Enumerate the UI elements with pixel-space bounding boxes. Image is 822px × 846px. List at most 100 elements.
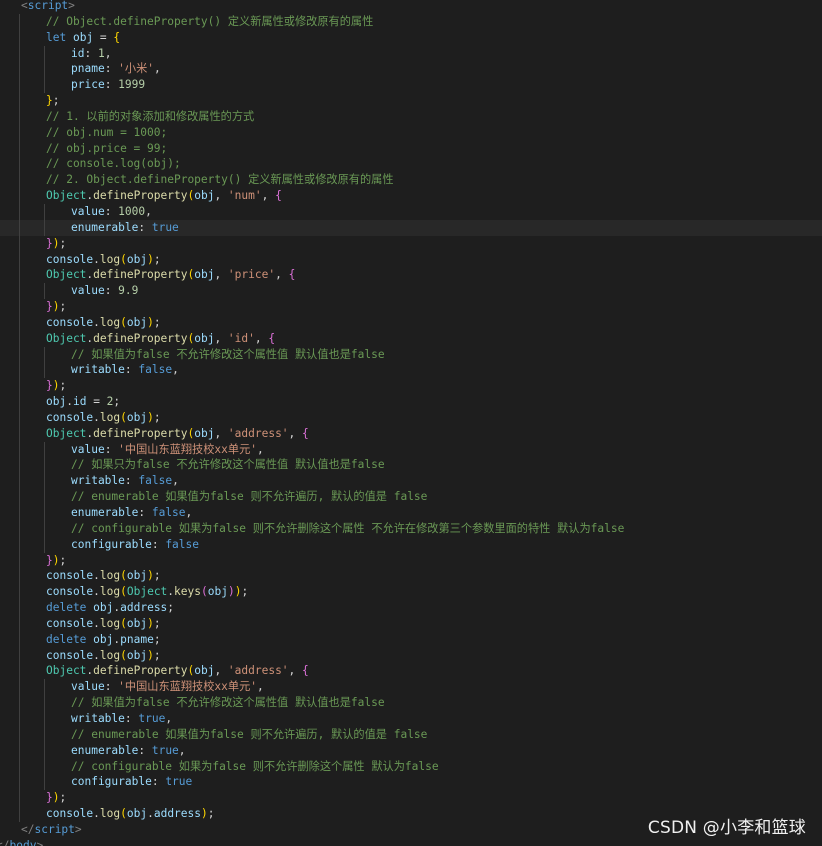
code-line[interactable]: console.log(obj); <box>0 568 822 585</box>
code-line-text: // enumerable 如果值为false 则不允许遍历, 默认的值是 fa… <box>71 728 427 741</box>
code-token: Object <box>46 664 87 678</box>
code-line[interactable]: configurable: true <box>0 774 822 791</box>
code-token: writable <box>71 711 125 725</box>
code-line[interactable]: // Object.defineProperty() 定义新属性或修改原有的属性 <box>0 13 822 30</box>
code-line[interactable]: // 如果值为false 不允许修改这个属性值 默认值也是false <box>0 695 822 711</box>
indent-guide <box>19 505 20 521</box>
code-line[interactable]: enumerable: true, <box>0 742 822 759</box>
code-token: // 如果值为false 不允许修改这个属性值 默认值也是false <box>71 696 385 710</box>
code-line[interactable]: // configurable 如果为false 则不允许删除这个属性 不允许在… <box>0 520 822 537</box>
code-token: , <box>214 331 228 345</box>
indent-guide <box>44 774 45 791</box>
code-token: ) <box>147 252 154 266</box>
code-line[interactable]: }); <box>0 790 822 807</box>
code-line[interactable]: value: 9.9 <box>0 283 822 300</box>
code-line[interactable]: enumerable: false, <box>0 505 822 521</box>
code-line[interactable]: price: 1999 <box>0 77 822 94</box>
code-line[interactable]: value: 1000, <box>0 203 822 220</box>
code-line[interactable]: // 1. 以前的对象添加和修改属性的方式 <box>0 108 822 125</box>
indent-guide <box>44 679 45 696</box>
code-line[interactable]: writable: true, <box>0 710 822 727</box>
code-line[interactable]: // 2. Object.defineProperty() 定义新属性或修改原有… <box>0 172 822 189</box>
code-line[interactable]: Object.defineProperty(obj, 'address', { <box>0 425 822 442</box>
code-line[interactable]: writable: false, <box>0 362 822 379</box>
code-token: id <box>72 395 87 409</box>
code-line[interactable]: }); <box>0 378 822 395</box>
code-line-text: // 如果值为false 不允许修改这个属性值 默认值也是false <box>71 696 385 709</box>
code-line[interactable]: // obj.num = 1000; <box>0 124 822 141</box>
code-line[interactable]: enumerable: true <box>0 219 822 236</box>
code-line[interactable]: // console.log(obj); <box>0 156 822 173</box>
code-token: log <box>99 252 121 266</box>
code-token: , <box>288 426 303 440</box>
code-token: value <box>71 442 105 456</box>
indent-guide <box>44 726 45 743</box>
code-token: writable <box>71 474 125 488</box>
indent-guide <box>44 77 45 94</box>
code-line[interactable]: }); <box>0 235 822 252</box>
code-line[interactable]: let obj = { <box>0 29 822 46</box>
code-line[interactable]: id: 1, <box>0 45 822 62</box>
code-line[interactable]: // configurable 如果为false 则不允许删除这个属性 默认为f… <box>0 758 822 775</box>
code-token: // enumerable 如果值为false 则不允许遍历, 默认的值是 fa… <box>71 490 428 504</box>
code-token: ; <box>153 648 161 662</box>
code-token: '中国山东蓝翔技校xx单元' <box>118 442 257 456</box>
code-line[interactable]: configurable: false <box>0 536 822 553</box>
code-line[interactable]: value: '中国山东蓝翔技校xx单元', <box>0 441 822 458</box>
code-token: : <box>124 474 139 488</box>
code-token: . <box>93 410 100 424</box>
code-area[interactable]: <script>// Object.defineProperty() 定义新属性… <box>0 0 822 846</box>
code-token: ( <box>120 315 127 329</box>
code-line[interactable]: // obj.price = 99; <box>0 140 822 157</box>
code-line-text: </script> <box>21 823 82 836</box>
indent-guide <box>44 473 45 490</box>
code-line-text: // obj.price = 99; <box>46 142 167 155</box>
code-token: obj <box>126 569 148 583</box>
code-line-text: Object.defineProperty(obj, 'id', { <box>46 332 275 345</box>
code-token: { <box>275 189 282 203</box>
code-token: script <box>27 0 69 12</box>
code-line[interactable]: console.log(obj); <box>0 314 822 331</box>
code-line[interactable]: delete obj.pname; <box>0 631 822 648</box>
code-line[interactable]: console.log(Object.keys(obj)); <box>0 584 822 601</box>
code-line[interactable]: delete obj.address; <box>0 600 822 616</box>
code-line[interactable]: // enumerable 如果值为false 则不允许遍历, 默认的值是 fa… <box>0 726 822 743</box>
code-line[interactable]: // 如果值为false 不允许修改这个属性值 默认值也是false <box>0 346 822 363</box>
code-line[interactable]: </body> <box>0 838 822 846</box>
code-token: 1000 <box>118 204 146 218</box>
code-token: , <box>185 506 193 519</box>
code-editor[interactable]: <script>// Object.defineProperty() 定义新属性… <box>0 0 822 846</box>
code-line[interactable]: }; <box>0 93 822 109</box>
code-line[interactable]: Object.defineProperty(obj, 'id', { <box>0 330 822 347</box>
code-line-text: // 如果只为false 不允许修改这个属性值 默认值也是false <box>71 458 385 471</box>
indent-guide <box>44 283 45 300</box>
code-token: // obj.price = 99; <box>46 141 168 155</box>
code-line[interactable]: writable: false, <box>0 473 822 490</box>
code-line[interactable]: Object.defineProperty(obj, 'num', { <box>0 188 822 204</box>
code-line[interactable]: console.log(obj); <box>0 409 822 426</box>
code-line-text: console.log(obj); <box>46 411 161 424</box>
code-line[interactable]: obj.id = 2; <box>0 394 822 410</box>
code-token: ) <box>147 410 154 424</box>
code-line[interactable]: Object.defineProperty(obj, 'address', { <box>0 663 822 680</box>
code-token: enumerable <box>71 506 139 519</box>
code-line[interactable]: console.log(obj); <box>0 615 822 632</box>
indent-guide <box>44 710 45 727</box>
code-line-text: Object.defineProperty(obj, 'address', { <box>46 664 309 677</box>
indent-guide <box>19 806 20 822</box>
code-line[interactable]: Object.defineProperty(obj, 'price', { <box>0 267 822 284</box>
code-token: defineProperty <box>93 331 188 345</box>
code-line[interactable]: console.log(obj); <box>0 251 822 268</box>
code-line[interactable]: // enumerable 如果值为false 则不允许遍历, 默认的值是 fa… <box>0 489 822 505</box>
code-line[interactable]: }); <box>0 299 822 315</box>
code-line[interactable]: <script> <box>0 0 822 14</box>
csdn-watermark: CSDN @小李和篮球 <box>647 818 806 838</box>
code-line[interactable]: console.log(obj); <box>0 647 822 664</box>
code-line[interactable]: value: '中国山东蓝翔技校xx单元', <box>0 679 822 696</box>
code-token: ; <box>153 410 161 424</box>
code-line[interactable]: // 如果只为false 不允许修改这个属性值 默认值也是false <box>0 457 822 474</box>
code-token: Object <box>126 585 168 599</box>
code-token: enumerable <box>71 743 139 757</box>
code-line[interactable]: pname: '小米', <box>0 61 822 78</box>
code-line[interactable]: }); <box>0 552 822 569</box>
